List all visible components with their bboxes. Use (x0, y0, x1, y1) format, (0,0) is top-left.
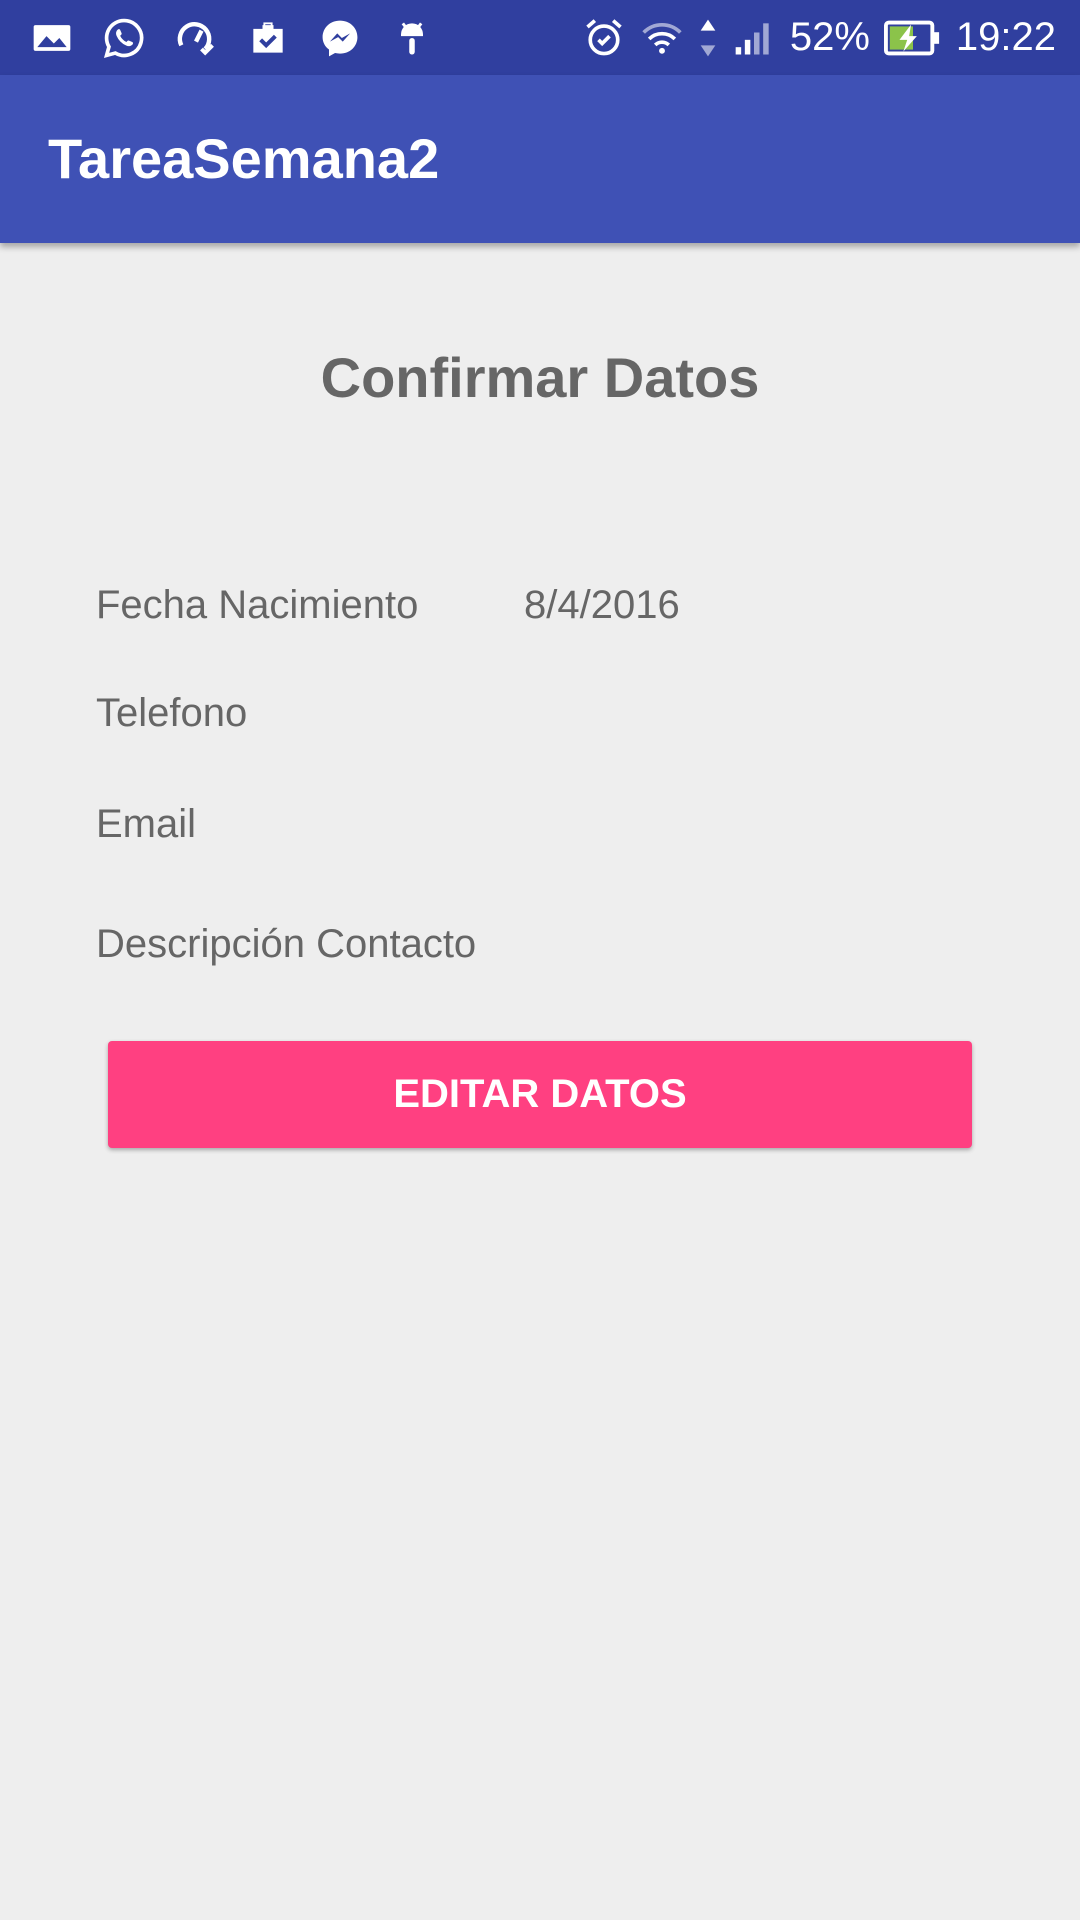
gallery-icon (30, 16, 74, 60)
battery-percent: 52% (789, 15, 870, 59)
system-icons: 52% 19:22 (582, 0, 1056, 75)
status-bar: 52% 19:22 (0, 0, 1080, 75)
page-title: Confirmar Datos (320, 346, 760, 409)
phone-label: Telefono (96, 691, 248, 735)
email-label: Email (96, 802, 197, 846)
notification-icons (30, 0, 434, 75)
birthdate-label: Fecha Nacimiento (96, 583, 419, 627)
contact-description-label: Descripción Contacto (96, 922, 477, 966)
app-title: TareaSemana2 (48, 127, 440, 190)
data-arrows-icon (698, 16, 718, 60)
messenger-icon (318, 16, 362, 60)
briefcase-check-icon (246, 16, 290, 60)
signal-icon (732, 16, 776, 60)
app-bar: TareaSemana2 (0, 75, 1080, 243)
wifi-icon (640, 16, 684, 60)
edit-data-button[interactable]: EDITAR DATOS (108, 1041, 972, 1148)
clock: 19:22 (955, 15, 1056, 59)
alarm-icon (582, 16, 626, 60)
whatsapp-icon (102, 16, 146, 60)
battery-charging-icon (883, 16, 942, 60)
android-debug-icon (390, 16, 434, 60)
birthdate-value: 8/4/2016 (524, 583, 680, 627)
speed-test-icon (174, 16, 218, 60)
edit-data-button-label: EDITAR DATOS (393, 1072, 687, 1116)
